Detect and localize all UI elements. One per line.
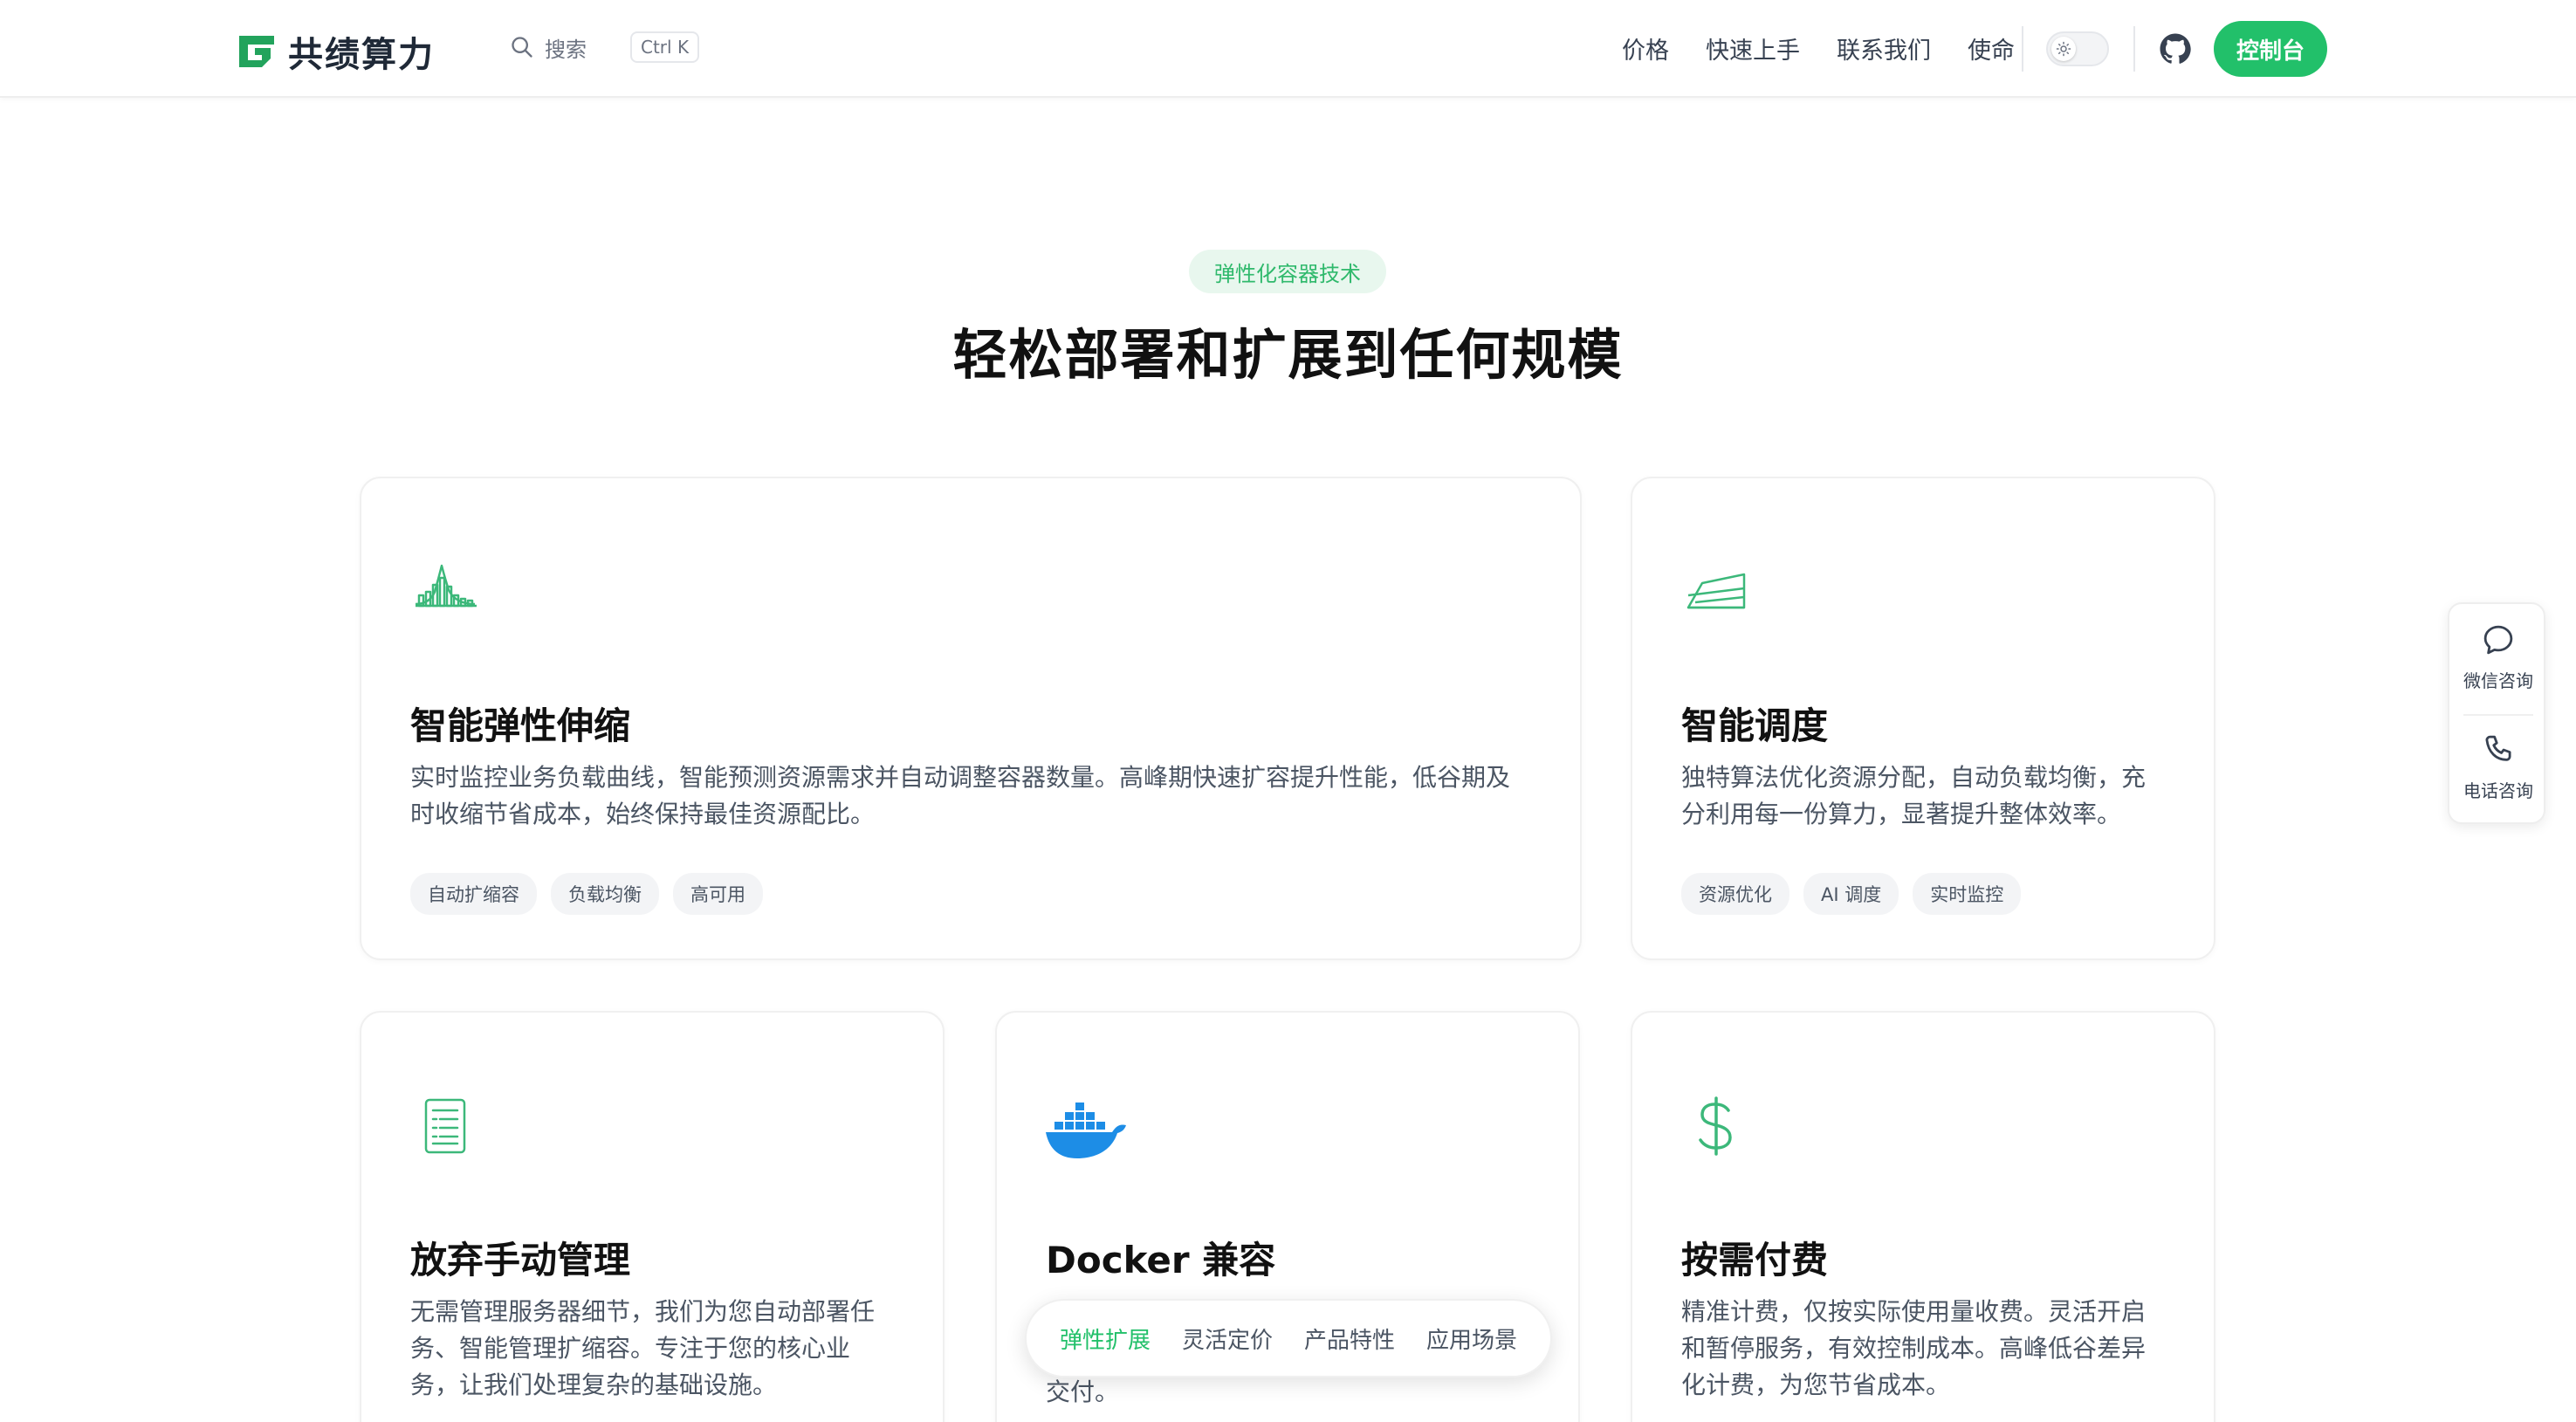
top-navbar: 共绩算力 搜索 Ctrl K 价格 快速上手 联系我们 使命 控制台 [0, 0, 2576, 98]
card-description: 独特算法优化资源分配，自动负载均衡，充 分利用每一份算力，显著提升整体效率。 [1681, 759, 2146, 833]
section-tab-bar: 弹性扩展 灵活定价 产品特性 应用场景 [1025, 1299, 1552, 1377]
card-description-line: 化计费，为您节省成本。 [1681, 1370, 1951, 1399]
chat-bubble-icon [2483, 625, 2513, 655]
card-title: 按需付费 [1681, 1239, 1829, 1281]
card-description-line: 务、智能管理扩缩容。专注于您的核心业 [410, 1334, 851, 1363]
card-title: Docker 兼容 [1046, 1239, 1276, 1281]
nav-item-contact[interactable]: 联系我们 [1837, 31, 1931, 65]
tab-use-cases[interactable]: 应用场景 [1426, 1322, 1517, 1355]
github-icon[interactable] [2158, 31, 2193, 66]
theme-toggle[interactable] [2046, 31, 2109, 66]
tab-elastic-scaling[interactable]: 弹性扩展 [1060, 1322, 1151, 1355]
card-title: 智能调度 [1681, 704, 1829, 747]
theme-toggle-knob [2051, 37, 2076, 61]
tag: 高可用 [673, 873, 763, 915]
card-description-line: 无需管理服务器细节，我们为您自动部署任 [410, 1297, 876, 1326]
card-tags: 自动扩缩容 负载均衡 高可用 [410, 873, 763, 915]
nav-item-mission[interactable]: 使命 [1968, 31, 2015, 65]
card-description-line: 交付。 [1046, 1377, 1120, 1406]
card-description-line: 精准计费，仅按实际使用量收费。灵活开启 [1681, 1297, 2147, 1326]
card-description-line: 分利用每一份算力，显著提升整体效率。 [1681, 800, 2122, 828]
widget-divider [2463, 714, 2533, 716]
logo-mark-icon [239, 36, 274, 67]
card-description: 无需管理服务器细节，我们为您自动部署任 务、智能管理扩缩容。专注于您的核心业 务… [410, 1294, 875, 1404]
card-description-line: 实时监控业务负载曲线，智能预测资源需求并自动调整容器数量。高峰期快速扩容提升性能… [410, 763, 1511, 792]
search-icon [512, 37, 532, 58]
docker-whale-icon [1046, 1103, 1126, 1158]
card-description-line: 务，让我们处理复杂的基础设施。 [410, 1370, 778, 1399]
tag: 资源优化 [1681, 873, 1789, 915]
section-title: 轻松部署和扩展到任何规模 [952, 323, 1624, 387]
console-button[interactable]: 控制台 [2214, 21, 2327, 77]
section-badge: 弹性化容器技术 [1189, 250, 1386, 293]
card-tags: 资源优化 AI 调度 实时监控 [1681, 873, 2022, 915]
document-list-icon [424, 1098, 466, 1154]
tab-flexible-pricing[interactable]: 灵活定价 [1182, 1322, 1273, 1355]
tab-product-features[interactable]: 产品特性 [1304, 1322, 1395, 1355]
brand-name: 共绩算力 [288, 35, 435, 75]
tag: 自动扩缩容 [410, 873, 537, 915]
card-description-line: 和暂停服务，有效控制成本。高峰低谷差异 [1681, 1334, 2147, 1363]
card-description: 实时监控业务负载曲线，智能预测资源需求并自动调整容器数量。高峰期快速扩容提升性能… [410, 759, 1510, 833]
nav-divider [2133, 26, 2135, 72]
consult-widget: 微信咨询 电话咨询 [2448, 602, 2545, 824]
wechat-consult-button[interactable]: 微信咨询 [2449, 622, 2547, 692]
brand-logo[interactable]: 共绩算力 [236, 26, 435, 77]
card-description-line: 独特算法优化资源分配，自动负载均衡，充 [1681, 763, 2147, 792]
nav-item-pricing[interactable]: 价格 [1622, 31, 1669, 65]
tag: 实时监控 [1913, 873, 2022, 915]
feature-card-smart-scheduling: 智能调度 独特算法优化资源分配，自动负载均衡，充 分利用每一份算力，显著提升整体… [1631, 477, 2215, 960]
area-chart-icon [1686, 573, 1746, 609]
phone-consult-label: 电话咨询 [2463, 780, 2533, 801]
card-description: 精准计费，仅按实际使用量收费。灵活开启 和暂停服务，有效控制成本。高峰低谷差异 … [1681, 1294, 2146, 1404]
feature-card-no-manual-management: 放弃手动管理 无需管理服务器细节，我们为您自动部署任 务、智能管理扩缩容。专注于… [360, 1011, 945, 1422]
card-description-line: 时收缩节省成本，始终保持最佳资源配比。 [410, 800, 876, 828]
dollar-icon [1699, 1096, 1732, 1156]
phone-consult-button[interactable]: 电话咨询 [2449, 732, 2547, 802]
nav-divider [2022, 26, 2023, 72]
card-description: 交付。 [1046, 1374, 1119, 1411]
sun-icon [2056, 41, 2071, 57]
scaling-chart-icon [415, 564, 477, 608]
card-title: 智能弹性伸缩 [410, 704, 631, 747]
tag: 负载均衡 [551, 873, 659, 915]
card-title: 放弃手动管理 [410, 1239, 631, 1281]
search-shortcut: Ctrl K [630, 31, 700, 63]
search-label: 搜索 [545, 37, 587, 62]
phone-icon [2485, 735, 2511, 761]
feature-card-pay-as-you-go: 按需付费 精准计费，仅按实际使用量收费。灵活开启 和暂停服务，有效控制成本。高峰… [1631, 1011, 2215, 1422]
wechat-consult-label: 微信咨询 [2463, 670, 2533, 691]
main-nav: 价格 快速上手 联系我们 使命 [1622, 31, 2015, 65]
feature-card-elastic-scaling: 智能弹性伸缩 实时监控业务负载曲线，智能预测资源需求并自动调整容器数量。高峰期快… [360, 477, 1582, 960]
nav-item-quickstart[interactable]: 快速上手 [1706, 31, 1800, 65]
search-trigger[interactable]: 搜索 Ctrl K [510, 31, 700, 63]
tag: AI 调度 [1803, 873, 1899, 915]
